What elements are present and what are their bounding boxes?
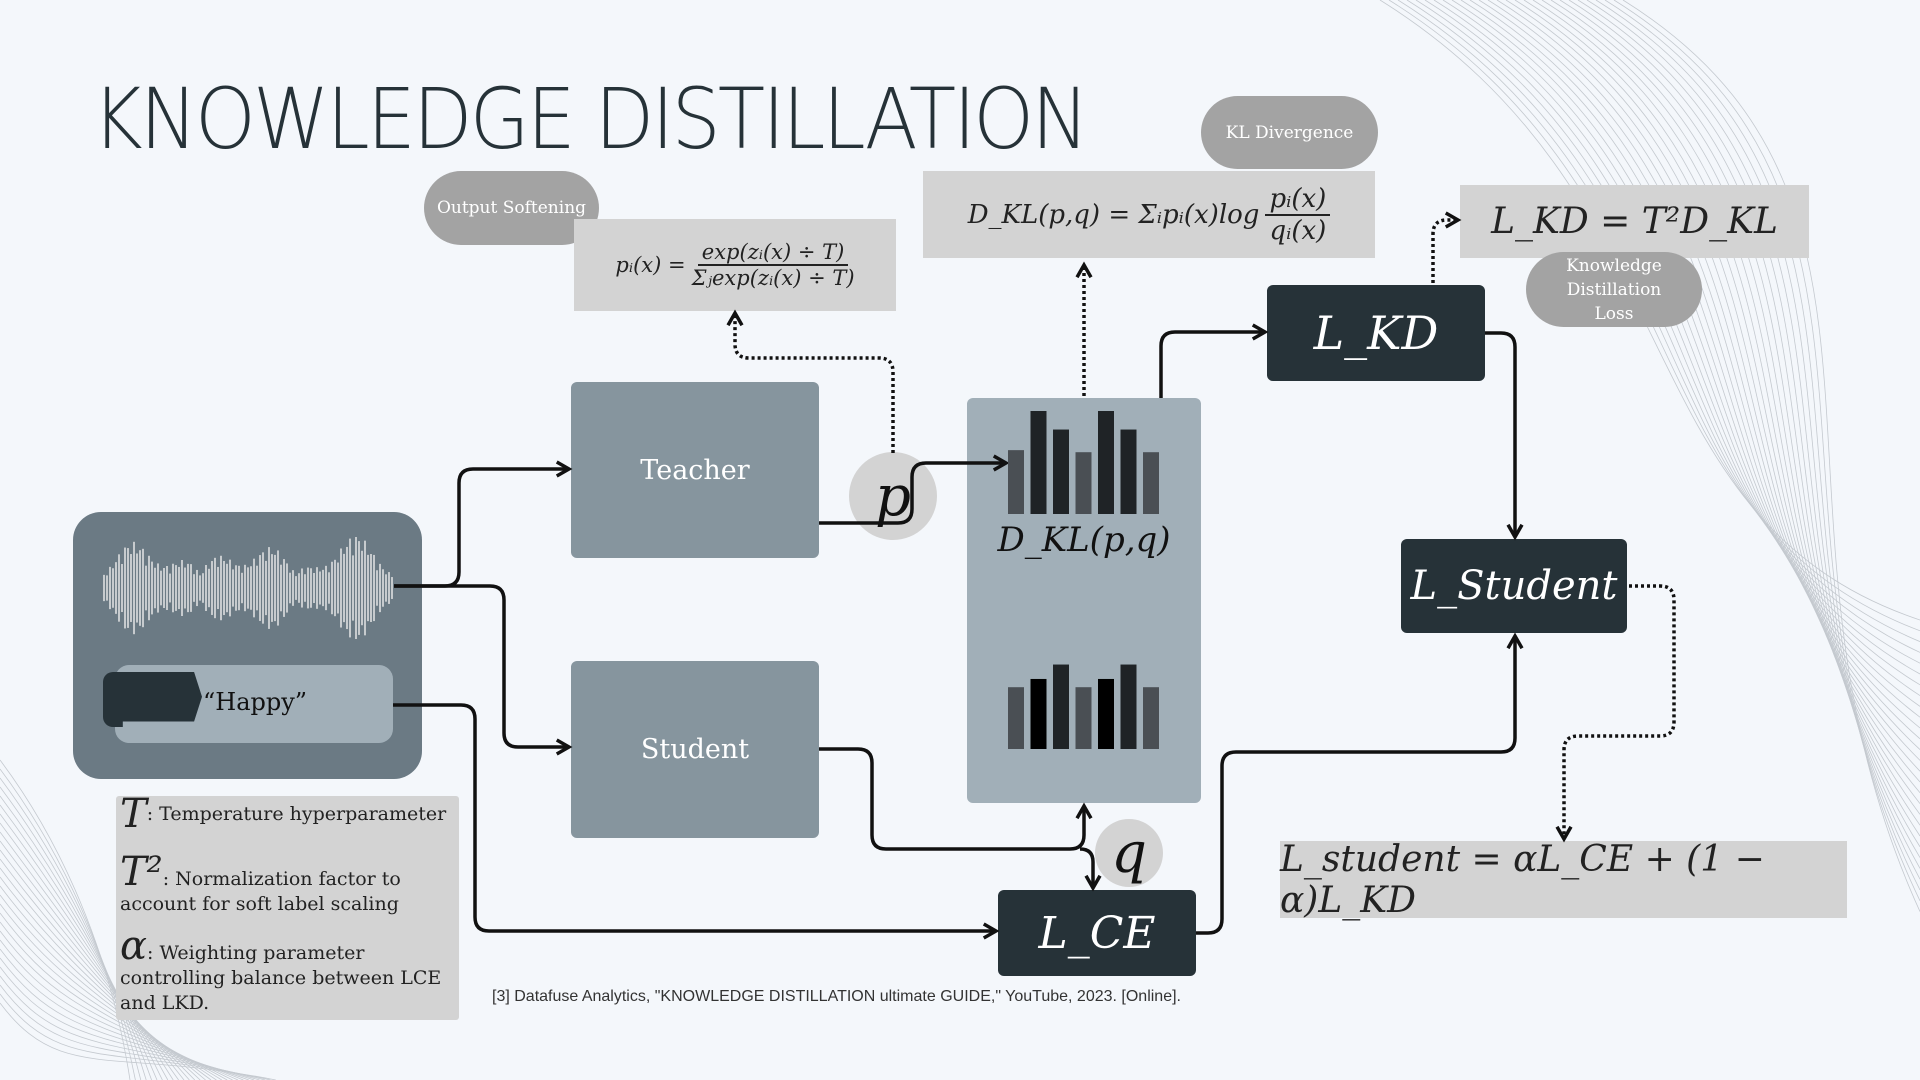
student-bar [1030, 678, 1047, 749]
teacher-bar [1008, 450, 1024, 514]
arrow-lce-to-lstudent [1196, 632, 1524, 935]
arrow-input-to-student [394, 584, 573, 756]
teacher-bar [1098, 411, 1114, 514]
arrow-teacher-to-bars [819, 454, 1010, 525]
waveform-icon [103, 536, 393, 640]
student-bar [1143, 687, 1159, 749]
arrow-lkd-to-lstudent [1485, 331, 1524, 541]
teacher-bar [1053, 429, 1069, 514]
arrow-student-to-q [819, 747, 1093, 851]
connectors [103, 211, 1676, 940]
teacher-bar [1030, 411, 1047, 514]
arrow-q-to-lce [1079, 847, 1102, 892]
teacher-bar [1143, 452, 1159, 514]
dotted-lstudent-to-formula [1555, 584, 1676, 843]
student-bar [1098, 678, 1114, 749]
student-bar [1120, 664, 1137, 749]
student-bar [1075, 687, 1092, 749]
teacher-bar [1120, 429, 1137, 514]
teacher-bar [1075, 452, 1092, 514]
student-bar [1008, 687, 1024, 749]
arrow-input-to-teacher [394, 460, 573, 588]
arrow-panel-to-lkd [1159, 323, 1269, 398]
dotted-p-to-softmax [726, 309, 895, 453]
student-bar [1053, 664, 1069, 749]
arrow-label-to-lce [393, 703, 1000, 940]
dotted-lkd-to-formula [1431, 211, 1462, 283]
